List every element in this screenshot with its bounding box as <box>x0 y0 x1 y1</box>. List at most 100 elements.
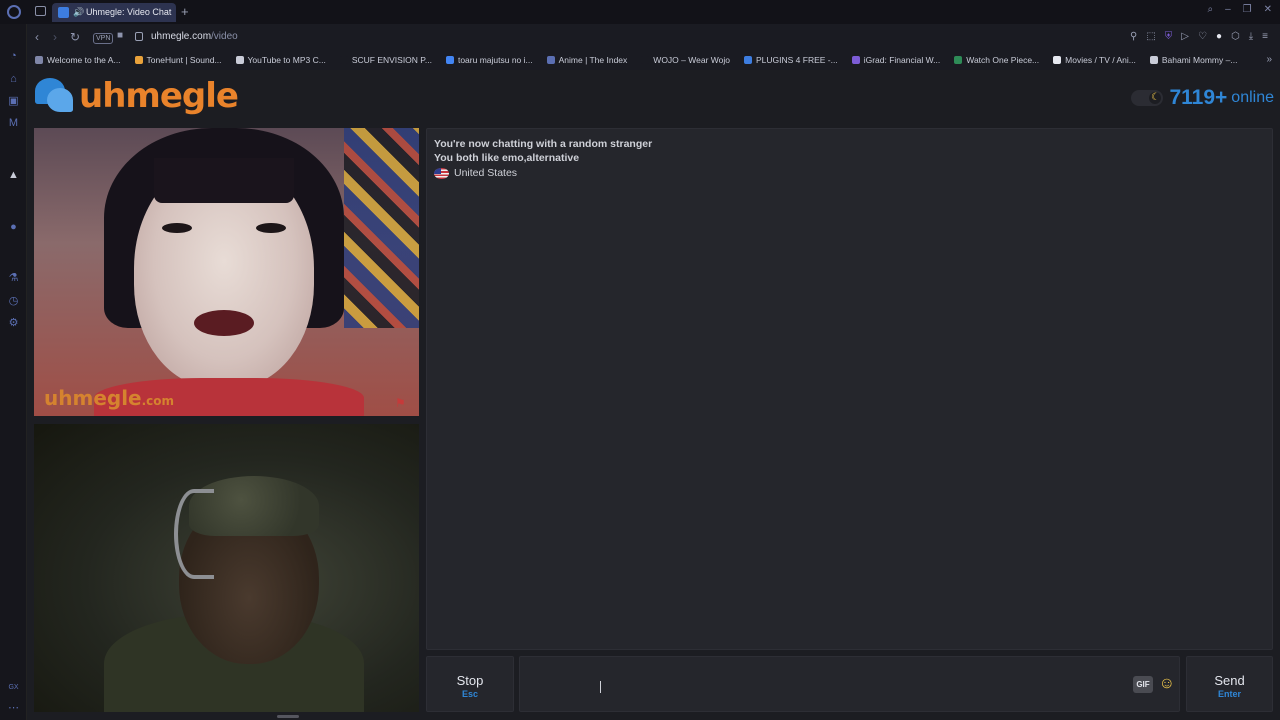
bookmark-favicon-icon <box>641 56 650 64</box>
bookmark-favicon-icon <box>954 56 963 64</box>
camera-icon[interactable]: ■ <box>117 30 123 41</box>
shield-icon[interactable]: ⛨ <box>1165 31 1173 42</box>
bookmark-item[interactable]: Anime | The Index <box>539 51 634 69</box>
aria-icon[interactable]: ▲ <box>7 169 20 182</box>
online-label: online <box>1231 89 1274 106</box>
bookmark-favicon-icon <box>546 56 555 64</box>
gif-button[interactable]: GIF <box>1133 676 1153 693</box>
bookmark-item[interactable]: YouTube to MP3 C... <box>228 51 332 69</box>
search-tabs-icon[interactable]: ⌕ <box>1207 4 1213 15</box>
profile-s-icon[interactable]: ● <box>1216 31 1222 42</box>
snapshot-icon[interactable]: ⬚ <box>1146 31 1155 42</box>
bookmark-label: Anime | The Index <box>558 55 628 65</box>
uhmegle-page: uhmegle ☾ 7119+ online uhmegle.com ⚑ You… <box>27 70 1280 720</box>
settings-icon[interactable]: ⚙ <box>7 317 20 330</box>
bookmark-item[interactable]: Movies / TV / Ani... <box>1045 51 1142 69</box>
bookmark-label: Watch One Piece... <box>966 55 1040 65</box>
play-icon[interactable]: ▷ <box>1181 31 1189 42</box>
bookmark-item[interactable]: Bahami Mommy –... <box>1142 51 1244 69</box>
close-icon[interactable]: ✕ <box>1264 4 1272 15</box>
bookmark-label: toaru majutsu no i... <box>457 55 533 65</box>
menu-icon[interactable]: ≡ <box>1262 31 1268 42</box>
browser-sidebar: ◔ ⌂ ▣ M ▲ ● ⚗ ◷ ⚙ GX ⋯ <box>0 0 27 720</box>
url-field[interactable]: uhmegle.com/video <box>151 31 238 42</box>
vpn-badge[interactable]: VPN <box>93 33 114 44</box>
history-icon[interactable]: ◷ <box>7 295 20 308</box>
online-indicator: ☾ 7119+ online <box>1131 86 1274 110</box>
emoji-icon[interactable]: ☺ <box>1159 674 1175 694</box>
back-icon[interactable]: ‹ <box>35 30 39 44</box>
report-flag-icon[interactable]: ⚑ <box>395 396 411 410</box>
bookmark-favicon-icon <box>445 56 454 64</box>
bookmark-label: SCUF ENVISION P... <box>351 55 432 65</box>
chat-country: United States <box>434 165 1265 181</box>
site-logo[interactable]: uhmegle <box>35 76 239 116</box>
bookmark-item[interactable]: iGrad: Financial W... <box>844 51 947 69</box>
bookmark-label: Bahami Mommy –... <box>1161 55 1238 65</box>
flask-icon[interactable]: ⚗ <box>7 272 20 285</box>
dark-mode-toggle[interactable]: ☾ <box>1131 90 1164 106</box>
reload-icon[interactable]: ↻ <box>70 30 80 44</box>
us-flag-icon <box>434 167 449 179</box>
bookmark-item[interactable]: Watch One Piece... <box>946 51 1045 69</box>
send-label: Send <box>1214 673 1245 688</box>
stranger-video: uhmegle.com ⚑ <box>34 128 419 416</box>
speed-dial-icon[interactable]: ◔ <box>7 50 20 63</box>
video-watermark: uhmegle.com <box>44 386 174 410</box>
new-tab-button[interactable]: + <box>181 3 189 20</box>
image-icon[interactable]: ▣ <box>7 95 20 108</box>
tab-manager-icon[interactable] <box>35 6 46 16</box>
bookmark-favicon-icon <box>1149 56 1158 64</box>
messenger-icon[interactable]: M <box>7 117 20 130</box>
headset <box>174 489 214 579</box>
logo-bubble-icon <box>35 76 75 116</box>
send-button[interactable]: Send Enter <box>1186 656 1273 712</box>
stop-button[interactable]: Stop Esc <box>426 656 514 712</box>
bookmark-item[interactable]: WOJO – Wear Wojo <box>633 51 736 69</box>
bookmarks-more-icon[interactable]: » <box>1266 54 1272 65</box>
download-icon[interactable]: ⤓ <box>1249 31 1253 42</box>
watermark-suffix: .com <box>141 394 175 408</box>
chat-interests-line: You both like emo,alternative <box>434 152 580 164</box>
bookmark-label: iGrad: Financial W... <box>863 55 941 65</box>
country-name: United States <box>454 167 518 179</box>
forward-icon[interactable]: › <box>53 30 57 44</box>
extensions-icon[interactable]: ⬡ <box>1231 31 1240 42</box>
bookmark-item[interactable]: SCUF ENVISION P... <box>332 51 438 69</box>
message-input[interactable] <box>524 661 1132 707</box>
bookmark-label: WOJO – Wear Wojo <box>653 55 730 65</box>
stop-label: Stop <box>456 673 484 688</box>
url-host: uhmegle.com <box>151 31 212 42</box>
bookmark-favicon-icon <box>235 56 244 64</box>
bookmark-favicon-icon <box>339 56 348 64</box>
bookmark-label: PLUGINS 4 FREE -... <box>755 55 838 65</box>
bookmark-favicon-icon <box>1053 56 1062 64</box>
minimize-icon[interactable]: – <box>1225 4 1231 15</box>
more-icon[interactable]: ⋯ <box>7 702 20 715</box>
bag-icon[interactable]: ⌂ <box>7 73 20 86</box>
heart-icon[interactable]: ♡ <box>1198 31 1207 42</box>
bookmark-item[interactable]: ToneHunt | Sound... <box>127 51 228 69</box>
opera-logo-icon[interactable] <box>7 5 21 19</box>
bookmark-label: Movies / TV / Ani... <box>1065 55 1136 65</box>
chat-log: You're now chatting with a random strang… <box>426 128 1273 650</box>
watermark-main: uhmegle <box>44 386 142 410</box>
lock-icon[interactable] <box>135 32 143 41</box>
url-path: /video <box>211 31 238 42</box>
restore-icon[interactable]: ❐ <box>1243 4 1252 15</box>
bookmark-favicon-icon <box>851 56 860 64</box>
send-shortcut: Enter <box>1217 689 1241 699</box>
bookmark-item[interactable]: toaru majutsu no i... <box>438 51 539 69</box>
bookmark-item[interactable]: PLUGINS 4 FREE -... <box>736 51 844 69</box>
wall-poster <box>344 128 419 328</box>
tab-title: Uhmegle: Video Chat <box>86 7 172 17</box>
scroll-thumb[interactable] <box>277 715 299 718</box>
chat-controls: Stop Esc GIF ☺ Send Enter <box>426 656 1273 712</box>
gx-icon[interactable]: GX <box>7 681 20 694</box>
bookmark-item[interactable]: Welcome to the A... <box>27 51 127 69</box>
pin-icon[interactable]: ⚲ <box>1130 31 1137 42</box>
circle-icon[interactable]: ● <box>7 221 20 234</box>
speaker-icon[interactable]: 🔊 <box>73 3 84 22</box>
tab-uhmegle[interactable]: 🔊 Uhmegle: Video Chat <box>52 3 176 22</box>
chat-status-line: You're now chatting with a random strang… <box>434 138 653 150</box>
